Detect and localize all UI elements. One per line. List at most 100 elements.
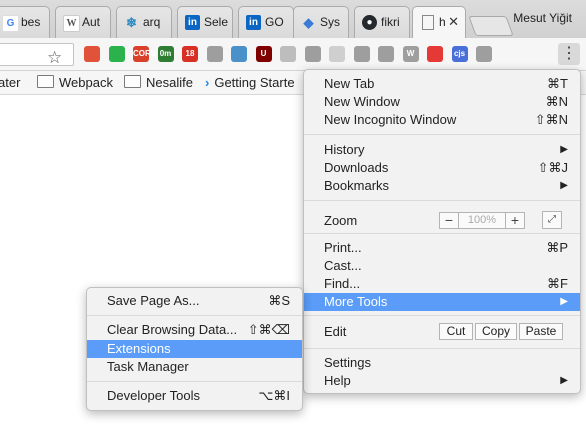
close-icon[interactable]: ✕ xyxy=(448,7,459,37)
menu-item-help[interactable]: Help ▶ xyxy=(304,372,580,390)
diamond-icon: ◆ xyxy=(303,15,314,30)
separator xyxy=(304,233,580,234)
cors-icon[interactable]: CORS xyxy=(133,46,156,62)
menu-item-save-page[interactable]: Save Page As... ⌘S xyxy=(87,292,302,310)
menu-icon[interactable]: ⋮ xyxy=(558,43,580,65)
shortcut: ⇧⌘J xyxy=(537,160,568,175)
bookmark-label: Getting Starte xyxy=(214,75,295,90)
separator xyxy=(304,134,580,135)
ublock-icon[interactable]: U xyxy=(255,46,272,62)
linkedin-icon: in xyxy=(246,15,261,30)
wiki-w-icon[interactable]: W xyxy=(402,46,419,62)
tab-6[interactable]: ● fikri xyxy=(354,6,410,38)
cookie-icon[interactable] xyxy=(84,46,100,62)
folder-icon xyxy=(124,75,141,88)
paste-button[interactable]: Paste xyxy=(519,323,563,340)
menu-label: New Tab xyxy=(324,76,375,91)
bookmark-getting-started[interactable]: › Getting Starte xyxy=(205,75,295,90)
cube-icon[interactable] xyxy=(378,46,394,62)
cut-button[interactable]: Cut xyxy=(439,323,473,340)
red-circle-icon[interactable] xyxy=(427,46,443,62)
menu-label: Cast... xyxy=(324,258,362,273)
menu-item-cast[interactable]: Cast... xyxy=(304,257,580,275)
menu-item-task-manager[interactable]: Task Manager xyxy=(87,358,302,376)
menu-item-developer-tools[interactable]: Developer Tools ⌥⌘I xyxy=(87,387,302,405)
profile-name[interactable]: Mesut Yiğit xyxy=(513,11,572,25)
separator xyxy=(87,315,302,316)
menu-label: Extensions xyxy=(107,341,171,356)
drop-icon[interactable] xyxy=(329,46,345,62)
shortcut: ⌥⌘I xyxy=(258,388,290,403)
copy-button[interactable]: Copy xyxy=(475,323,517,340)
checklist-icon[interactable] xyxy=(353,46,370,62)
puzzle-icon[interactable] xyxy=(476,46,492,62)
tab-0[interactable]: G bes xyxy=(0,6,50,38)
menu-label: Clear Browsing Data... xyxy=(107,322,238,337)
menu-item-zoom: Zoom − 100% + ⤢ xyxy=(304,207,580,234)
green-d-icon[interactable] xyxy=(108,46,125,62)
menu-item-history[interactable]: History ▶ xyxy=(304,141,580,159)
menu-item-new-incognito[interactable]: New Incognito Window ⇧⌘N xyxy=(304,111,580,129)
new-tab-button[interactable] xyxy=(468,16,514,36)
zoom-out-button[interactable]: − xyxy=(440,213,459,228)
timer-icon[interactable]: 0m xyxy=(157,46,174,62)
separator xyxy=(304,315,580,316)
gmail-icon[interactable]: 18 xyxy=(182,46,198,62)
wikipedia-icon: W xyxy=(63,15,80,32)
grid-icon[interactable] xyxy=(280,46,296,62)
folder-icon xyxy=(37,75,54,88)
tab-7-active[interactable]: h ✕ xyxy=(412,6,466,38)
zoom-in-button[interactable]: + xyxy=(505,213,524,228)
screen-icon[interactable] xyxy=(304,46,321,62)
menu-label: Save Page As... xyxy=(107,293,200,308)
bookmark-folder-nesalife[interactable]: Nesalife xyxy=(124,75,193,90)
cjs-icon[interactable]: cjs xyxy=(451,46,468,62)
menu-label: Find... xyxy=(324,276,361,291)
shortcut: ⌘S xyxy=(268,293,290,308)
tab-title: bes xyxy=(21,15,41,29)
menu-item-clear-browsing-data[interactable]: Clear Browsing Data... ⇧⌘⌫ xyxy=(87,321,302,339)
shortcut: ⌘P xyxy=(546,240,568,255)
menu-item-find[interactable]: Find... ⌘F xyxy=(304,275,580,293)
tab-4[interactable]: in GO xyxy=(238,6,294,38)
tab-title: Aut xyxy=(82,15,101,29)
fullscreen-icon[interactable]: ⤢ xyxy=(542,211,562,229)
shortcut: ⌘T xyxy=(547,76,568,91)
menu-label: More Tools xyxy=(324,294,388,309)
menu-item-downloads[interactable]: Downloads ⇧⌘J xyxy=(304,159,580,177)
linkedin-icon: in xyxy=(185,15,200,30)
menu-label: Help xyxy=(324,373,351,388)
star-icon[interactable]: ☆ xyxy=(47,48,62,68)
tab-title: h xyxy=(439,15,446,29)
page-icon xyxy=(422,15,434,30)
toolbar: ☆ CORS 0m 18 U Wcjs ⋮ xyxy=(0,38,586,71)
menu-item-settings[interactable]: Settings xyxy=(304,354,580,372)
tab-2[interactable]: ❄ arq xyxy=(116,6,172,38)
more-tools-submenu: Save Page As... ⌘S Clear Browsing Data...… xyxy=(86,287,303,411)
menu-item-more-tools[interactable]: More Tools ▶ xyxy=(304,293,580,311)
tab-3[interactable]: in Sele xyxy=(177,6,233,38)
tab-title: arq xyxy=(143,15,161,29)
menu-label: Task Manager xyxy=(107,359,189,374)
separator xyxy=(304,200,580,201)
note-icon[interactable] xyxy=(231,46,247,62)
bookmark-folder-webpack[interactable]: Webpack xyxy=(37,75,113,90)
shortcut: ⌘F xyxy=(547,276,568,291)
zoom-value: 100% xyxy=(467,214,497,226)
menu-item-extensions[interactable]: Extensions xyxy=(87,340,302,358)
menu-item-bookmarks[interactable]: Bookmarks ▶ xyxy=(304,177,580,195)
tab-1[interactable]: W Aut xyxy=(55,6,111,38)
shortcut: ⌘N xyxy=(545,94,568,109)
tab-title: fikri xyxy=(381,15,400,29)
submenu-arrow-icon: ▶ xyxy=(560,144,568,155)
menu-item-new-window[interactable]: New Window ⌘N xyxy=(304,93,580,111)
tab-5[interactable]: ◆ Sys xyxy=(293,6,349,38)
camera-icon[interactable] xyxy=(206,46,223,62)
chrome-main-menu: New Tab ⌘T New Window ⌘N New Incognito Win… xyxy=(303,69,581,394)
menu-item-print[interactable]: Print... ⌘P xyxy=(304,239,580,257)
tab-title: Sele xyxy=(204,15,229,29)
menu-item-new-tab[interactable]: New Tab ⌘T xyxy=(304,75,580,93)
bookmark-item[interactable]: ater xyxy=(0,75,20,90)
address-bar[interactable]: ☆ xyxy=(0,43,74,68)
menu-label: History xyxy=(324,142,365,157)
